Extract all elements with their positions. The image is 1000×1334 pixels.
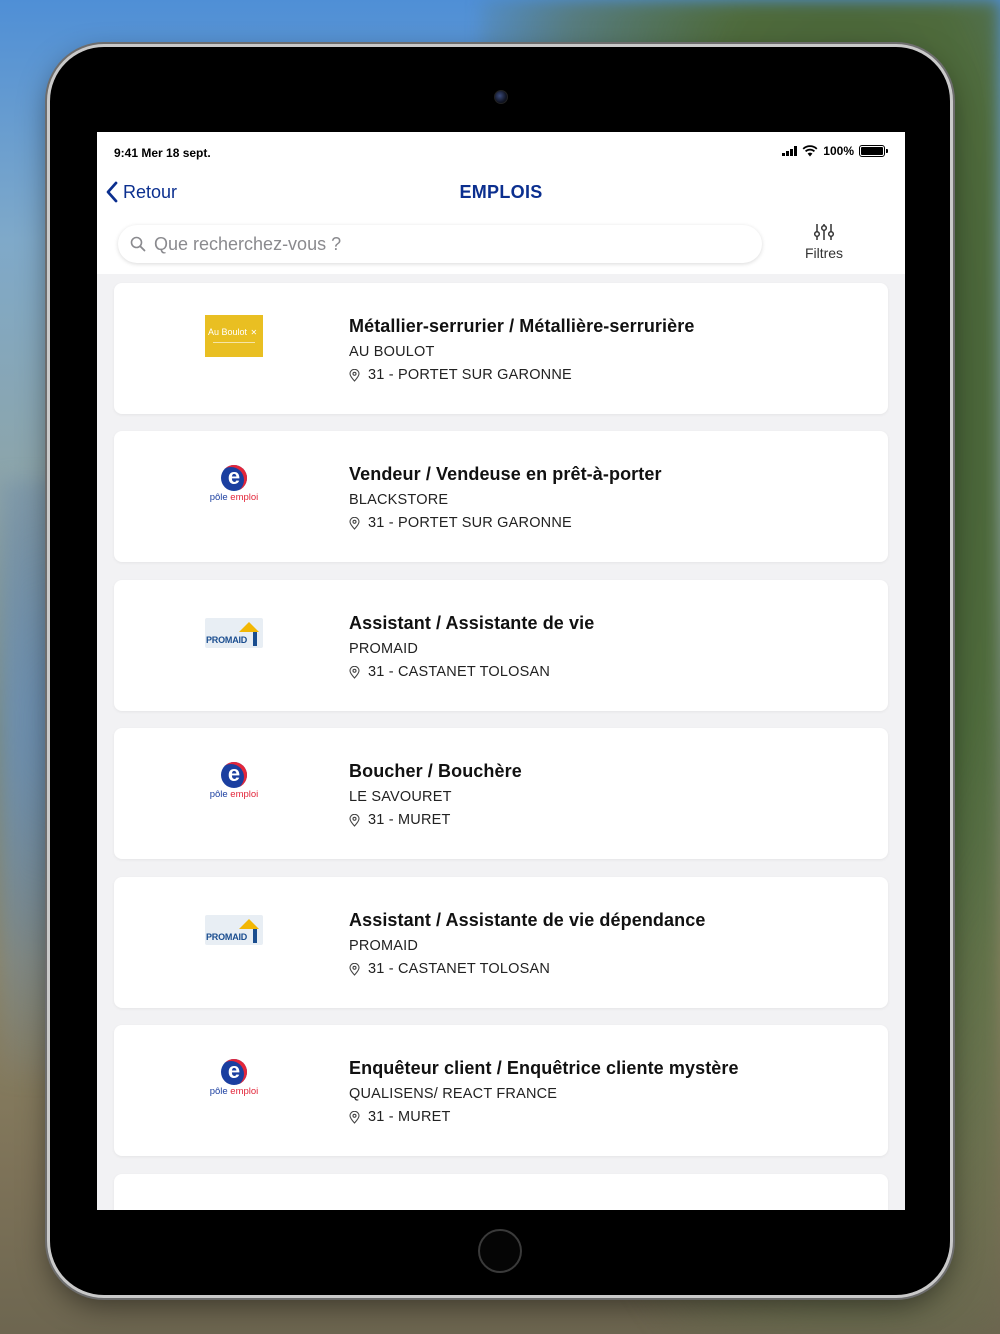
job-info: Assistant / Assistante de vie dépendance… (349, 910, 705, 977)
tablet-frame: 9:41 Mer 18 sept. 100% Retour EMPLOIS Qu… (50, 47, 950, 1295)
job-info: Enquêteur client / Enquêtrice cliente my… (349, 1058, 739, 1125)
location-text: 31 - MURET (368, 812, 451, 828)
search-icon (130, 236, 146, 252)
company-logo: PROMAID (204, 908, 264, 952)
search-row: Filtres (97, 212, 905, 274)
job-title: Boucher / Bouchère (349, 761, 522, 781)
location-pin-icon (349, 1110, 360, 1124)
pole-emploi-text-b: emploi (230, 789, 259, 800)
promaid-logo: PROMAID (205, 915, 263, 945)
job-title: Métallier-serrurier / Métallière-serruri… (349, 316, 695, 336)
company-logo: Au Boulot ✕ (204, 314, 264, 358)
location-text: 31 - PORTET SUR GARONNE (368, 515, 572, 531)
pole-emploi-e: e (220, 1059, 247, 1085)
job-title: Assistant / Assistante de vie dépendance (349, 910, 706, 930)
camera-icon (494, 90, 508, 104)
location-pin-icon (349, 665, 360, 679)
location-text: 31 - PORTET SUR GARONNE (368, 367, 572, 383)
signal-icon (782, 146, 798, 156)
promaid-logo-text: PROMAID (206, 932, 248, 942)
job-location: 31 - CASTANET TOLOSAN (349, 664, 594, 680)
search-field[interactable] (118, 225, 762, 263)
location-text: 31 - CASTANET TOLOSAN (368, 664, 551, 680)
pole-emploi-text-a: pôle (209, 492, 228, 503)
pole-emploi-text-b: emploi (230, 1086, 259, 1097)
job-title: Assistant / Assistante de vie (349, 613, 595, 633)
job-card-partial[interactable] (114, 1174, 888, 1210)
status-bar: 9:41 Mer 18 sept. 100% (97, 132, 905, 174)
company-name: AU BOULOT (349, 344, 435, 360)
pole-emploi-e: e (220, 762, 247, 788)
job-location: 31 - MURET (349, 812, 522, 828)
battery-percent: 100% (823, 144, 854, 158)
status-time: 9:41 Mer 18 sept. (114, 146, 211, 160)
job-info: Métallier-serrurier / Métallière-serruri… (349, 316, 694, 383)
job-location: 31 - CASTANET TOLOSAN (349, 961, 705, 977)
company-name: LE SAVOURET (349, 789, 452, 805)
job-card[interactable]: e pôle emploi Boucher / Bouchère LE SAVO… (114, 728, 888, 859)
page-title: EMPLOIS (459, 182, 543, 202)
location-text: 31 - MURET (368, 1109, 451, 1125)
job-location: 31 - PORTET SUR GARONNE (349, 515, 662, 531)
pole-emploi-e: e (220, 465, 247, 491)
search-input[interactable] (152, 232, 716, 256)
location-pin-icon (349, 962, 360, 976)
filters-button[interactable]: Filtres (792, 222, 856, 266)
company-name: PROMAID (349, 938, 419, 954)
status-indicators: 100% (782, 144, 888, 158)
company-logo: e pôle emploi (204, 462, 264, 506)
company-logo: e pôle emploi (204, 759, 264, 803)
job-location: 31 - MURET (349, 1109, 739, 1125)
company-logo: e pôle emploi (204, 1056, 264, 1100)
job-location: 31 - PORTET SUR GARONNE (349, 367, 694, 383)
navigation-bar: Retour EMPLOIS (97, 174, 905, 212)
job-card[interactable]: Au Boulot ✕ Métallier-serrurier / Métall… (114, 283, 888, 414)
job-card[interactable]: PROMAID Assistant / Assistante de vie PR… (114, 580, 888, 711)
app-screen: 9:41 Mer 18 sept. 100% Retour EMPLOIS Qu… (97, 132, 905, 1210)
pole-emploi-text-a: pôle (209, 1086, 228, 1097)
job-info: Vendeur / Vendeuse en prêt-à-porter BLAC… (349, 464, 662, 531)
home-button[interactable] (478, 1229, 522, 1273)
pole-emploi-logo: e pôle emploi (209, 465, 259, 504)
company-name: PROMAID (349, 641, 419, 657)
sliders-icon (813, 224, 835, 240)
au-boulot-logo: Au Boulot ✕ (205, 315, 263, 357)
company-logo: PROMAID (204, 611, 264, 655)
job-card[interactable]: e pôle emploi Vendeur / Vendeuse en prêt… (114, 431, 888, 562)
location-pin-icon (349, 516, 360, 530)
pole-emploi-logo: e pôle emploi (209, 1059, 259, 1098)
promaid-logo: PROMAID (205, 618, 263, 648)
job-card[interactable]: PROMAID Assistant / Assistante de vie dé… (114, 877, 888, 1008)
job-card[interactable]: e pôle emploi Enquêteur client / Enquêtr… (114, 1025, 888, 1156)
promaid-logo-text: PROMAID (206, 635, 248, 645)
pole-emploi-logo: e pôle emploi (209, 762, 259, 801)
pole-emploi-text-a: pôle (209, 789, 228, 800)
battery-icon (859, 145, 888, 157)
job-info: Assistant / Assistante de vie PROMAID 31… (349, 613, 594, 680)
job-title: Enquêteur client / Enquêtrice cliente my… (349, 1058, 739, 1078)
job-info: Boucher / Bouchère LE SAVOURET 31 - MURE… (349, 761, 522, 828)
location-pin-icon (349, 813, 360, 827)
job-title: Vendeur / Vendeuse en prêt-à-porter (349, 464, 662, 484)
pole-emploi-text-b: emploi (230, 492, 259, 503)
location-text: 31 - CASTANET TOLOSAN (368, 961, 551, 977)
company-name: QUALISENS/ REACT FRANCE (349, 1086, 558, 1102)
location-pin-icon (349, 368, 360, 382)
filters-label: Filtres (804, 245, 844, 261)
wifi-icon (802, 145, 818, 157)
au-boulot-logo-text: Au Boulot (208, 327, 248, 337)
company-name: BLACKSTORE (349, 492, 449, 508)
